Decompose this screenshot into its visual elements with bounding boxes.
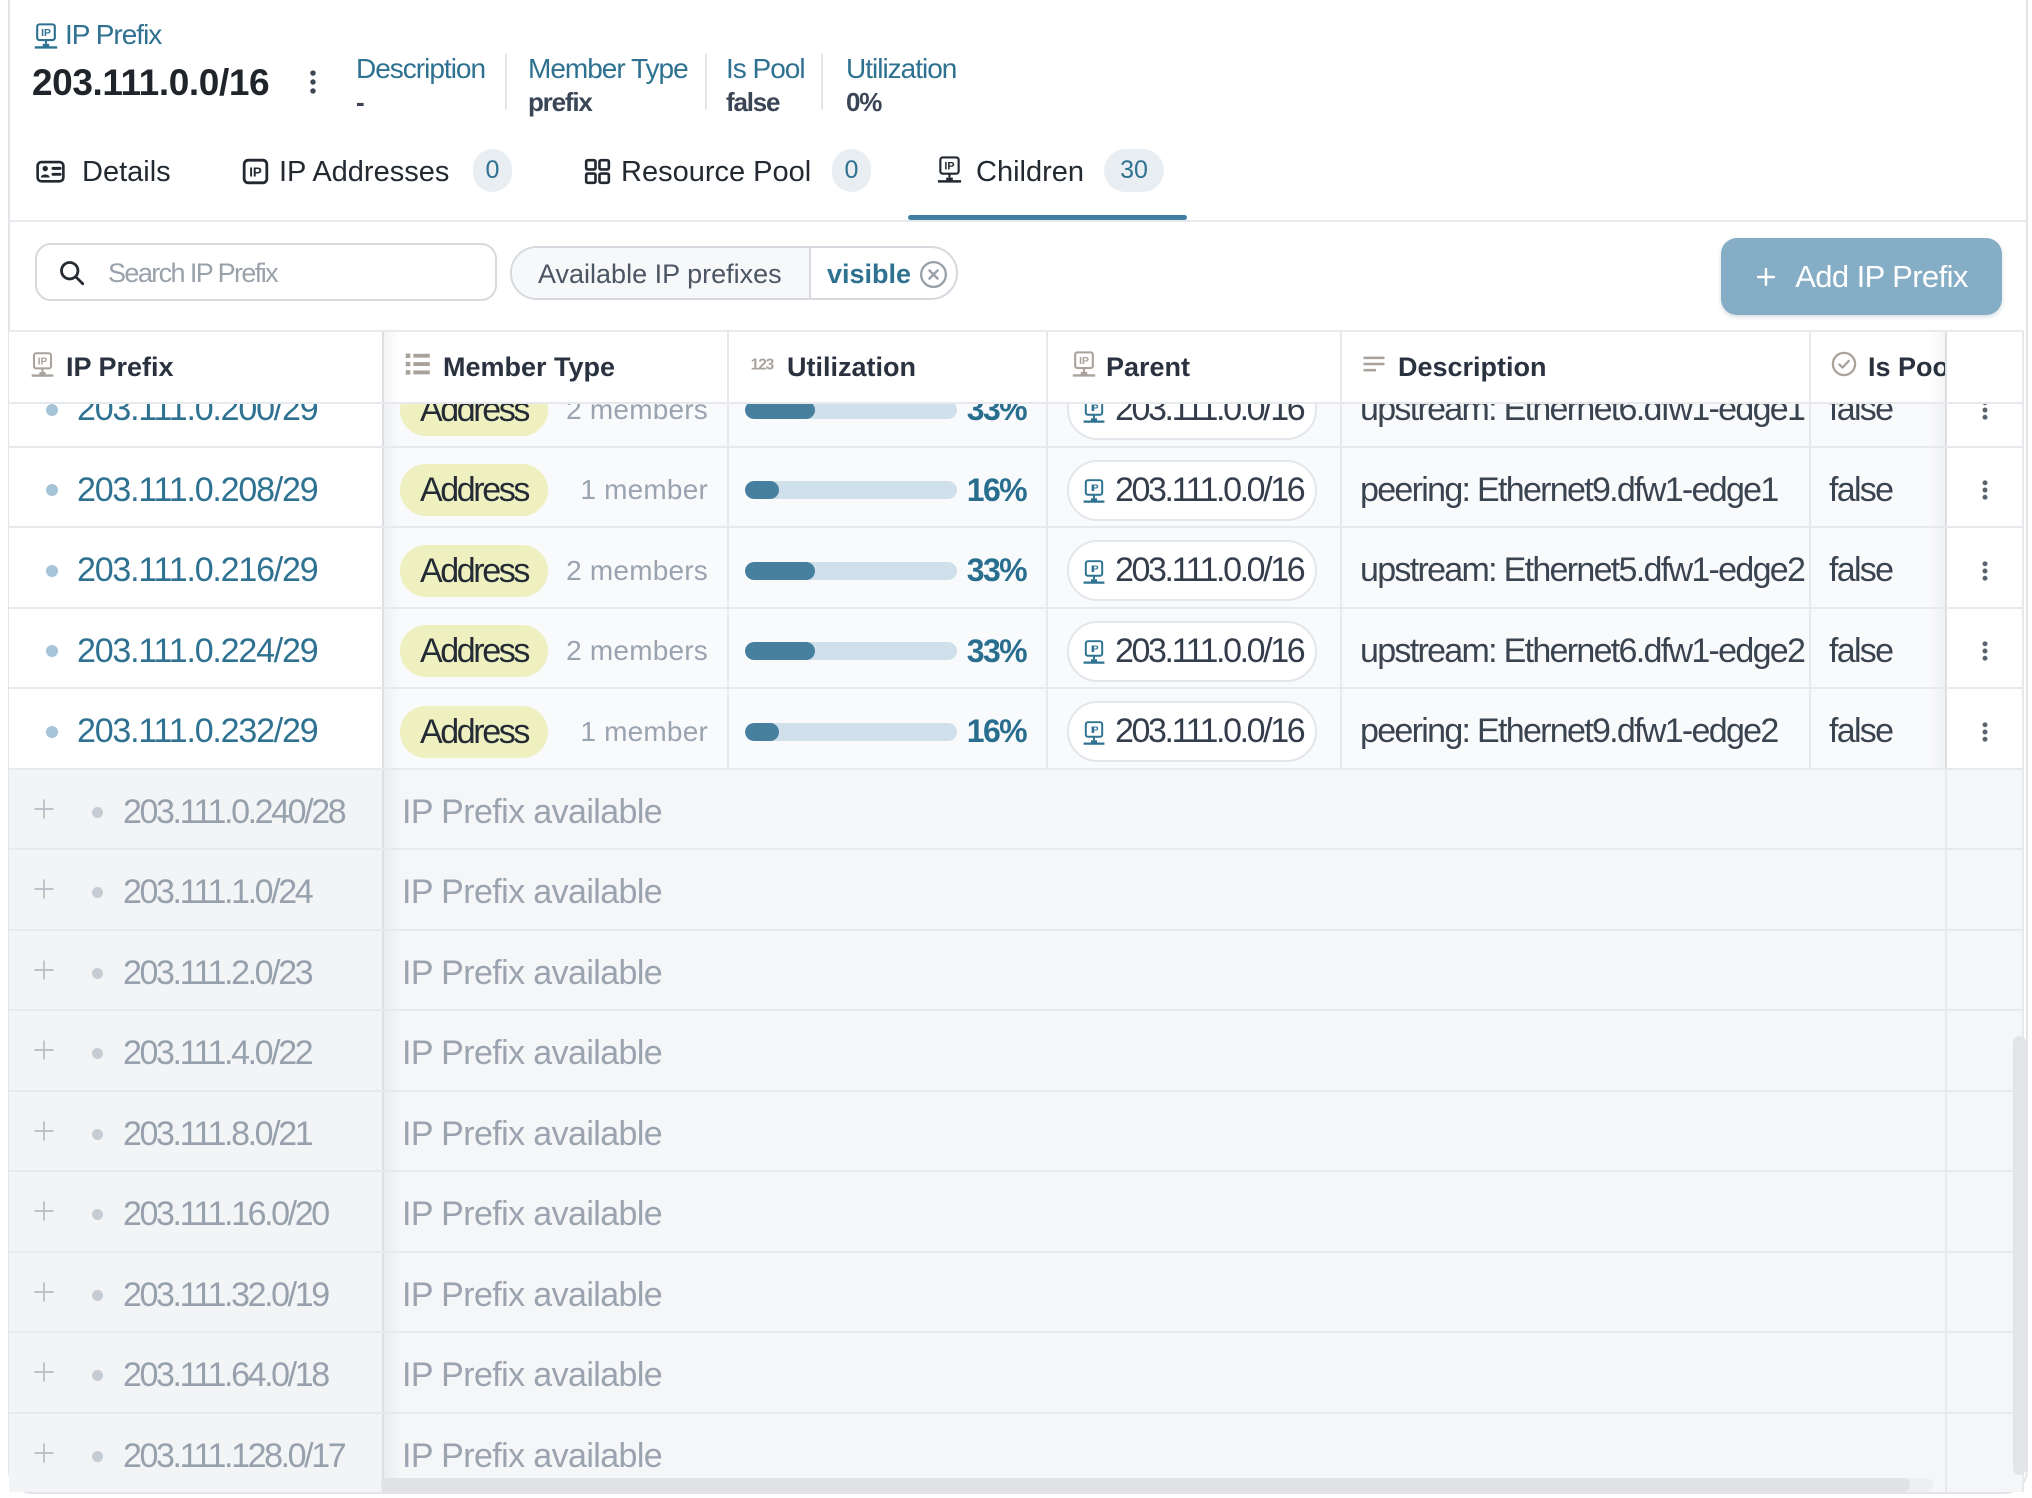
svg-text:IP: IP	[1091, 644, 1099, 655]
svg-text:IP: IP	[1091, 725, 1099, 736]
svg-text:IP: IP	[249, 164, 262, 179]
svg-text:IP: IP	[1091, 483, 1099, 494]
svg-text:IP: IP	[1079, 356, 1089, 367]
svg-text:123: 123	[751, 356, 774, 373]
svg-text:IP: IP	[1091, 404, 1099, 414]
svg-text:IP: IP	[38, 357, 48, 368]
svg-text:IP: IP	[944, 161, 954, 173]
svg-text:IP: IP	[41, 28, 51, 39]
svg-text:IP: IP	[1091, 564, 1099, 575]
